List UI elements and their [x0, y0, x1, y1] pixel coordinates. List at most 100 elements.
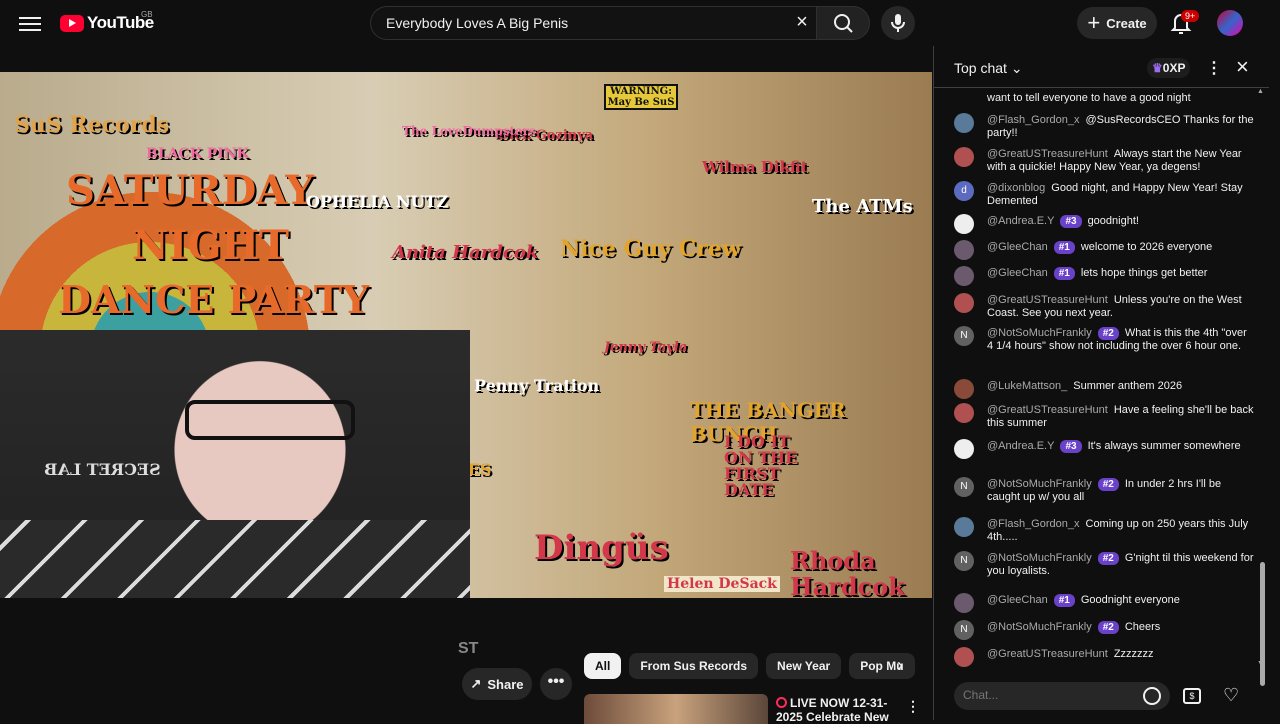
chat-author[interactable]: @GreatUSTreasureHunt	[987, 648, 1108, 660]
chat-text: goodnight!	[1087, 215, 1139, 227]
chat-author[interactable]: @dixonblog	[987, 182, 1045, 194]
menu-icon[interactable]	[19, 13, 41, 33]
chat-avatar[interactable]	[954, 113, 974, 133]
crown-rank-badge: #1	[1053, 241, 1075, 255]
chat-author[interactable]: @Andrea.E.Y	[987, 215, 1054, 227]
youtube-logo[interactable]: YouTube GB	[60, 10, 154, 33]
chat-author[interactable]: @Flash_Gordon_x	[987, 518, 1080, 530]
scroll-down-icon[interactable]: ▼	[1257, 660, 1264, 667]
chat-author[interactable]: @GreatUSTreasureHunt	[987, 148, 1108, 160]
chat-message-body: @GreatUSTreasureHunt Always start the New…	[987, 148, 1254, 175]
related-video-menu-icon[interactable]: ⋮	[906, 698, 920, 715]
chat-author[interactable]: @NotSoMuchFrankly	[987, 327, 1092, 339]
heart-icon[interactable]: ♡	[1223, 685, 1239, 706]
chip-new-year[interactable]: New Year	[766, 653, 842, 679]
chat-avatar[interactable]	[954, 647, 974, 667]
create-button[interactable]: + Create	[1077, 7, 1157, 39]
chat-author[interactable]: @Flash_Gordon_x	[987, 114, 1080, 126]
chat-avatar[interactable]	[954, 214, 974, 234]
chat-author[interactable]: @GreatUSTreasureHunt	[987, 404, 1108, 416]
more-actions-button[interactable]: •••	[540, 668, 572, 700]
webcam-overlay: SECRET LAB	[0, 330, 470, 598]
chat-text: It's always summer somewhere	[1087, 440, 1241, 452]
poster-text: Jenny Tayla	[604, 340, 688, 355]
chat-text: lets hope things get better	[1080, 267, 1208, 279]
related-chips: All From Sus Records New Year Pop Mu	[584, 653, 916, 679]
chat-author[interactable]: @NotSoMuchFrankly	[987, 552, 1092, 564]
search-icon	[834, 14, 853, 33]
chat-avatar[interactable]	[954, 147, 974, 167]
chat-input-box[interactable]	[954, 682, 1170, 710]
chat-message: @LukeMattson_ Summer anthem 2026	[954, 379, 1254, 399]
related-title-rest: 2025 Celebrate New	[776, 710, 889, 724]
share-button[interactable]: ↗ Share	[462, 668, 532, 700]
chat-avatar[interactable]: d	[954, 181, 974, 201]
chat-author[interactable]: @NotSoMuchFrankly	[987, 478, 1092, 490]
super-chat-icon[interactable]: $	[1183, 688, 1201, 704]
poster-text: Penny Tration	[474, 376, 600, 395]
chat-avatar[interactable]: N	[954, 477, 974, 497]
chat-message: @GleeChan #1 lets hope things get better	[954, 266, 1254, 286]
chat-avatar[interactable]	[954, 403, 974, 423]
search-button[interactable]	[816, 6, 870, 40]
chat-avatar[interactable]: N	[954, 551, 974, 571]
poster-text: The LoveDumpsters	[402, 124, 536, 138]
chat-message-body: @GreatUSTreasureHunt Have a feeling she'l…	[987, 404, 1254, 431]
chat-avatar[interactable]	[954, 266, 974, 286]
chat-message-body: @NotSoMuchFrankly #2 G'night til this week…	[987, 552, 1254, 579]
scrollbar-thumb[interactable]	[1260, 562, 1265, 686]
plus-icon: +	[1087, 10, 1101, 35]
chat-message: N @NotSoMuchFrankly #2 What is this the 4th…	[954, 326, 1254, 354]
chat-message: @Flash_Gordon_x Coming up on 250 years th…	[954, 517, 1254, 545]
close-chat-icon[interactable]: ×	[1236, 54, 1249, 80]
chat-author[interactable]: @Andrea.E.Y	[987, 440, 1054, 452]
poster-text: OPHELIA NUTZ	[306, 192, 449, 211]
create-label: Create	[1106, 15, 1147, 31]
chat-avatar[interactable]: N	[954, 620, 974, 640]
chat-author[interactable]: @GleeChan	[987, 241, 1048, 253]
chat-message-body: @GreatUSTreasureHunt Zzzzzzz	[987, 648, 1254, 667]
chat-avatar[interactable]	[954, 517, 974, 537]
chat-text: want to tell everyone to have a good nig…	[987, 92, 1191, 104]
crown-rank-badge: #3	[1060, 215, 1082, 229]
chip-from-sus-records[interactable]: From Sus Records	[629, 653, 759, 679]
crown-rank-badge: #3	[1060, 440, 1082, 454]
chat-avatar[interactable]	[954, 593, 974, 613]
chat-avatar[interactable]	[954, 379, 974, 399]
chat-author[interactable]: @GleeChan	[987, 267, 1048, 279]
chat-message-body: @GleeChan #1 welcome to 2026 everyone	[987, 241, 1254, 260]
search-input[interactable]	[386, 15, 776, 31]
chat-input[interactable]	[963, 688, 1123, 702]
chat-message: @GreatUSTreasureHunt Unless you're on the…	[954, 293, 1254, 321]
crown-rank-badge: #1	[1053, 594, 1075, 608]
chat-author[interactable]: @GreatUSTreasureHunt	[987, 294, 1108, 306]
chat-mode-label: Top chat	[954, 60, 1007, 76]
chat-avatar[interactable]: N	[954, 326, 974, 346]
emoji-icon[interactable]	[1143, 687, 1161, 705]
live-icon	[776, 697, 787, 708]
search-box[interactable]	[370, 6, 816, 40]
chevron-right-icon[interactable]: ›	[889, 655, 911, 677]
chat-avatar[interactable]	[954, 439, 974, 459]
xp-badge[interactable]: ♛0XP	[1147, 58, 1191, 78]
chat-message-body: @Flash_Gordon_x @SusRecordsCEO Thanks for…	[987, 114, 1254, 141]
chat-message: d @dixonblog Good night, and Happy New Yea…	[954, 181, 1254, 209]
crown-icon: ♛	[1152, 61, 1163, 75]
chat-avatar[interactable]	[954, 293, 974, 313]
chat-scrollbar[interactable]	[1258, 46, 1268, 686]
chat-avatar[interactable]	[954, 240, 974, 260]
scroll-up-icon[interactable]: ▲	[1257, 88, 1264, 95]
chat-author[interactable]: @LukeMattson_	[987, 380, 1067, 392]
chat-message-body: @NotSoMuchFrankly #2 In under 2 hrs I'll b…	[987, 478, 1254, 505]
voice-search-button[interactable]	[881, 6, 915, 40]
chat-menu-icon[interactable]: ⋮	[1206, 58, 1222, 78]
video-player[interactable]: SuS Records SATURDAY NIGHT DANCE PARTY O…	[0, 72, 932, 598]
clear-search-icon[interactable]: ×	[792, 12, 812, 33]
chat-message-body: @GleeChan #1 Goodnight everyone	[987, 594, 1254, 613]
account-avatar[interactable]	[1217, 10, 1243, 36]
poster-text: Wilma Dikfit	[702, 158, 808, 176]
chat-author[interactable]: @NotSoMuchFrankly	[987, 621, 1092, 633]
chip-all[interactable]: All	[584, 653, 622, 679]
top-chat-dropdown[interactable]: Top chat ⌄	[954, 60, 1023, 77]
chat-author[interactable]: @GleeChan	[987, 594, 1048, 606]
